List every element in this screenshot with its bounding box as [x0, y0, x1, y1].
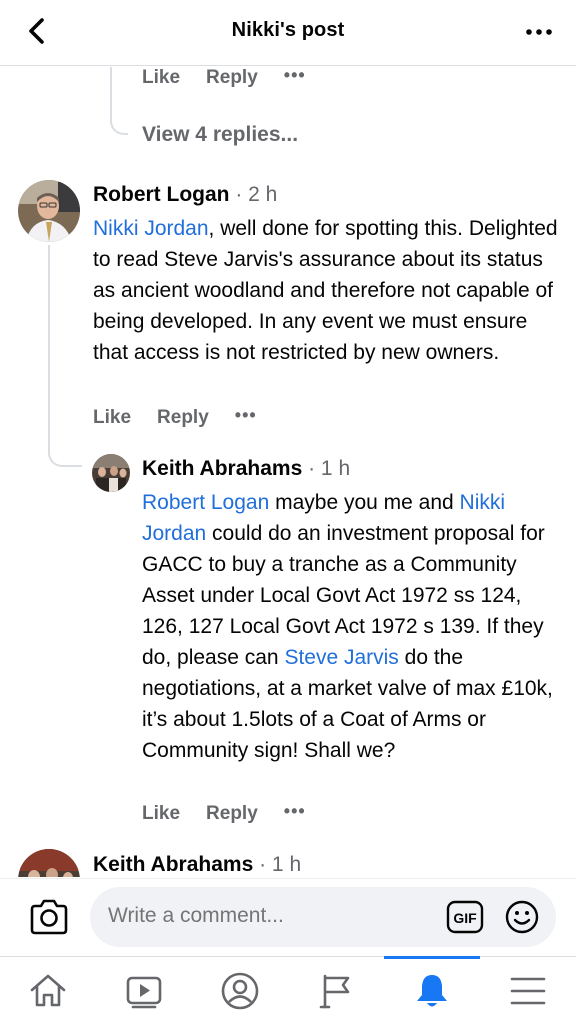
tab-home[interactable]	[0, 957, 96, 1024]
reply-text: maybe you me and	[269, 491, 460, 514]
reply-button[interactable]: Reply	[157, 407, 209, 429]
home-icon	[30, 974, 66, 1007]
reply-timestamp: · 1 h	[302, 457, 351, 480]
like-button[interactable]: Like	[142, 67, 180, 89]
thread-line	[48, 245, 50, 445]
tab-pages[interactable]	[288, 957, 384, 1024]
reply-header: Keith Abrahams · 1 h	[93, 853, 301, 877]
avatar[interactable]	[18, 180, 80, 242]
like-button[interactable]: Like	[93, 407, 131, 429]
view-replies-link[interactable]: View 4 replies...	[142, 123, 298, 147]
tab-profile[interactable]	[192, 957, 288, 1024]
top-bar: Nikki's post	[0, 0, 576, 66]
comment-timestamp: · 2 h	[229, 183, 278, 206]
page-title: Nikki's post	[231, 19, 345, 41]
more-icon[interactable]: •••	[235, 405, 257, 426]
comment-author[interactable]: Robert Logan	[93, 183, 230, 206]
reply-author[interactable]: Keith Abrahams	[93, 853, 253, 876]
reply-actions: Like Reply •••	[142, 801, 306, 825]
thread-connector	[110, 107, 128, 135]
thread-connector	[48, 437, 82, 467]
more-options-icon[interactable]	[524, 22, 554, 42]
reply-button[interactable]: Reply	[206, 67, 258, 89]
like-button[interactable]: Like	[142, 803, 180, 825]
gif-icon[interactable]: GIF	[446, 899, 484, 935]
profile-icon	[221, 972, 259, 1010]
previous-comment-actions: Like Reply •••	[142, 67, 306, 89]
comment-input[interactable]	[108, 904, 438, 928]
comment-header: Robert Logan · 2 h	[93, 183, 277, 207]
more-icon[interactable]: •••	[284, 801, 306, 822]
video-icon	[126, 976, 162, 1009]
flag-icon	[319, 974, 350, 1009]
bell-icon	[417, 975, 447, 1007]
menu-icon	[510, 977, 546, 1005]
comments-feed[interactable]: Like Reply ••• View 4 replies... Robert …	[0, 67, 576, 877]
mention-link[interactable]: Steve Jarvis	[284, 646, 398, 669]
avatar[interactable]	[18, 849, 80, 877]
more-icon[interactable]: •••	[284, 67, 306, 86]
camera-icon[interactable]	[28, 897, 70, 937]
reply-header: Keith Abrahams · 1 h	[142, 457, 350, 481]
comment-composer: GIF	[0, 878, 576, 956]
comment-box[interactable]: GIF	[90, 887, 556, 947]
emoji-icon[interactable]	[504, 899, 540, 935]
bottom-tab-bar	[0, 956, 576, 1024]
svg-text:GIF: GIF	[453, 910, 477, 926]
mention-link[interactable]: Nikki Jordan	[93, 217, 209, 240]
avatar[interactable]	[92, 454, 130, 492]
reply-body: Robert Logan maybe you me and Nikki Jord…	[142, 487, 558, 766]
reply-timestamp: · 1 h	[253, 853, 302, 876]
comment-actions: Like Reply •••	[93, 405, 257, 429]
reply-author[interactable]: Keith Abrahams	[142, 457, 302, 480]
comment-body: Nikki Jordan, well done for spotting thi…	[93, 213, 558, 368]
mention-link[interactable]: Robert Logan	[142, 491, 269, 514]
tab-video[interactable]	[96, 957, 192, 1024]
tab-notifications[interactable]	[384, 956, 480, 1024]
tab-menu[interactable]	[480, 957, 576, 1024]
reply-button[interactable]: Reply	[206, 803, 258, 825]
